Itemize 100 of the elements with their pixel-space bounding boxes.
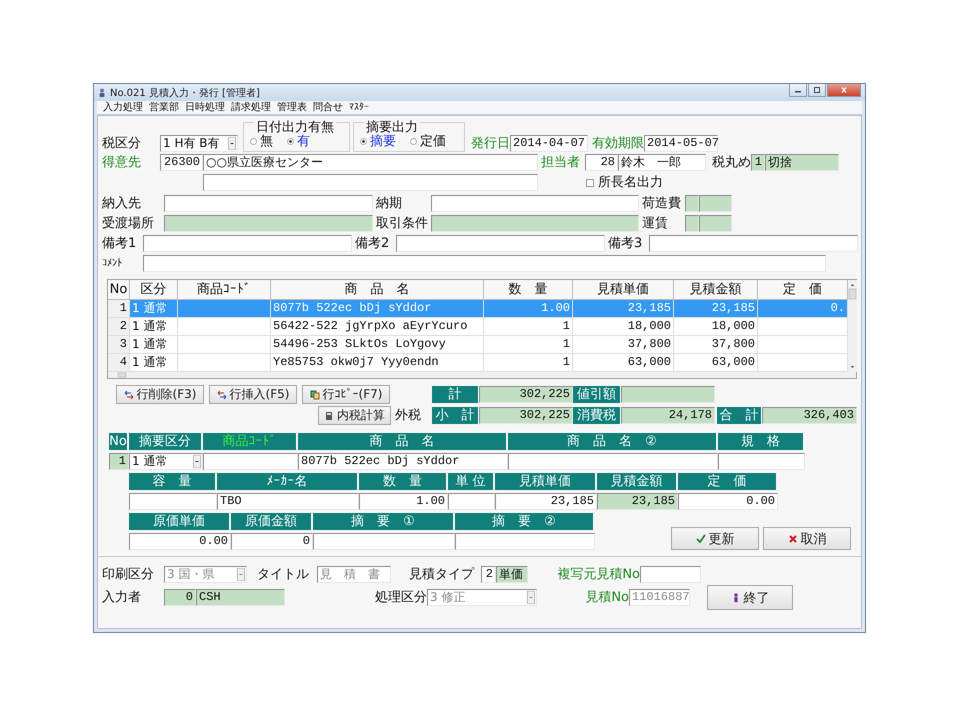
input-field[interactable] (640, 566, 701, 583)
radio-label[interactable]: 定価 (420, 134, 446, 149)
table-cell: 18,000 (674, 318, 758, 336)
total-value: 302,225 (479, 407, 573, 424)
maximize-button[interactable] (808, 84, 826, 97)
column-header: 単 位 (448, 473, 495, 490)
tax-mode-label: 外税 (395, 407, 422, 424)
menu-item[interactable]: 管理表 (277, 102, 307, 114)
input-field[interactable] (431, 195, 639, 212)
cancel-button[interactable]: 取消 (763, 527, 851, 550)
input-field[interactable] (649, 235, 858, 252)
input-field[interactable] (143, 235, 352, 252)
total-value: 24,178 (621, 407, 715, 424)
date-field[interactable]: 2014-04-07 (510, 135, 588, 152)
code-field[interactable]: 28 (585, 154, 618, 171)
field-label: 見積No (584, 589, 629, 606)
column-header: 商 品 名 (298, 433, 508, 450)
input-field[interactable]: 0.00 (129, 533, 231, 550)
input-field[interactable] (396, 235, 605, 252)
dropdown[interactable]: 1 通常 (129, 453, 203, 470)
input-field[interactable] (143, 255, 826, 272)
row-action-button[interactable]: 行ｺﾋﾟｰ(F7) (302, 385, 390, 404)
table-cell: 56422-522 jgYrpXo aEyrYcuro (271, 318, 484, 336)
caret-icon (237, 568, 245, 581)
column-header: 摘 要 ① (313, 513, 455, 530)
menu-item[interactable]: ﾏｽﾀｰ (349, 102, 369, 114)
column-header: No (109, 433, 129, 450)
radio-label[interactable]: 摘要 (370, 134, 396, 149)
total-label: 小 計 (432, 407, 479, 424)
table-row[interactable]: 3 1 通常 54496-253 SLktOs LoYgovy 1 37,800 37,800 (108, 336, 848, 354)
input-field[interactable]: TBO (217, 493, 359, 510)
close-icon (839, 86, 849, 94)
table-row[interactable]: 2 1 通常 56422-522 jgYrpXo aEyrYcuro 1 18,000 18,000 (108, 318, 848, 336)
inner-tax-button[interactable]: 内税計算 (318, 406, 391, 425)
radio-label[interactable]: 無 (260, 134, 273, 149)
input-field[interactable] (313, 533, 455, 550)
field-label: 備考1 (102, 235, 138, 252)
radio-button[interactable] (360, 138, 367, 145)
row-number: 2 (108, 318, 130, 336)
checkbox[interactable] (586, 178, 594, 186)
radio-button[interactable] (287, 138, 294, 145)
column-header: 原価金額 (231, 513, 313, 530)
radio-button[interactable] (250, 138, 257, 145)
table-cell: 1 (484, 318, 573, 336)
menu-item[interactable]: 問合せ (313, 102, 343, 114)
table-cell: 1 (484, 336, 573, 354)
calculator-icon (324, 410, 334, 420)
field-label: 発行日 (471, 135, 510, 152)
exit-button[interactable]: 終了 (707, 585, 793, 610)
total-label: 値引額 (573, 386, 621, 403)
field-label: 複写元見積No (556, 566, 640, 583)
field-label: 税丸め (712, 154, 751, 171)
input-field[interactable]: 0 (231, 533, 313, 550)
input-field[interactable]: 1.00 (359, 493, 448, 510)
table-row[interactable]: 1 1 通常 8077b 522ec bDj sYddor 1.00 23,185 23,185 0. (108, 300, 848, 318)
input-field[interactable] (203, 174, 538, 191)
code-field[interactable]: 2 (481, 566, 496, 583)
input-field[interactable]: 23,185 (495, 493, 597, 510)
input-field[interactable]: 鈴木 一郎 (618, 154, 706, 171)
date-field[interactable]: 2014-05-07 (644, 135, 718, 152)
table-cell: 54496-253 SLktOs LoYgovy (271, 336, 484, 354)
copy-icon (310, 390, 320, 400)
menu-item[interactable]: 入力処理 (103, 102, 143, 114)
menu-item[interactable]: 請求処理 (231, 102, 271, 114)
column-header: 原価単価 (129, 513, 231, 530)
radio-button[interactable] (410, 138, 417, 145)
input-field[interactable]: 8077b 522ec bDj sYddor (298, 453, 508, 470)
table-cell: 37,800 (573, 336, 674, 354)
checkbox-label[interactable]: 所長名出力 (598, 174, 663, 191)
menu-item[interactable]: 営業部 (149, 102, 179, 114)
update-button[interactable]: 更新 (671, 527, 759, 550)
radio-label[interactable]: 有 (297, 134, 310, 149)
field-label: 有効期限 (592, 135, 644, 152)
close-button[interactable] (827, 84, 861, 97)
row-action-button[interactable]: 行挿入(F5) (209, 385, 297, 404)
minimize-button[interactable] (789, 84, 807, 97)
vertical-scrollbar[interactable] (848, 280, 857, 372)
column-header: 規 格 (718, 433, 805, 450)
group-label: 日付出力有無 (254, 121, 336, 134)
input-field[interactable] (129, 493, 217, 510)
total-value: 302,225 (479, 386, 573, 403)
horizontal-scrollbar[interactable] (108, 372, 856, 378)
table-cell: 8077b 522ec bDj sYddor (271, 300, 484, 318)
field-label: 納入先 (102, 195, 142, 212)
row-action-button[interactable]: 行削除(F3) (116, 385, 204, 404)
input-field[interactable]: ○○県立医療センター (203, 154, 538, 171)
input-field[interactable] (448, 493, 495, 510)
code-field[interactable]: 26300 (160, 154, 203, 171)
dropdown[interactable]: 1 H有 B有 (160, 135, 238, 152)
input-field[interactable]: 0.00 (678, 493, 778, 510)
input-field[interactable] (718, 453, 805, 470)
input-field[interactable] (164, 195, 373, 212)
input-field[interactable] (455, 533, 595, 550)
input-field[interactable] (203, 453, 298, 470)
table-cell: 18,000 (573, 318, 674, 336)
input-field[interactable] (508, 453, 718, 470)
column-header: 見積単価 (495, 473, 597, 490)
menu-item[interactable]: 日時処理 (185, 102, 225, 114)
field-label: 納期 (376, 195, 403, 212)
total-value: 326,403 (762, 407, 857, 424)
